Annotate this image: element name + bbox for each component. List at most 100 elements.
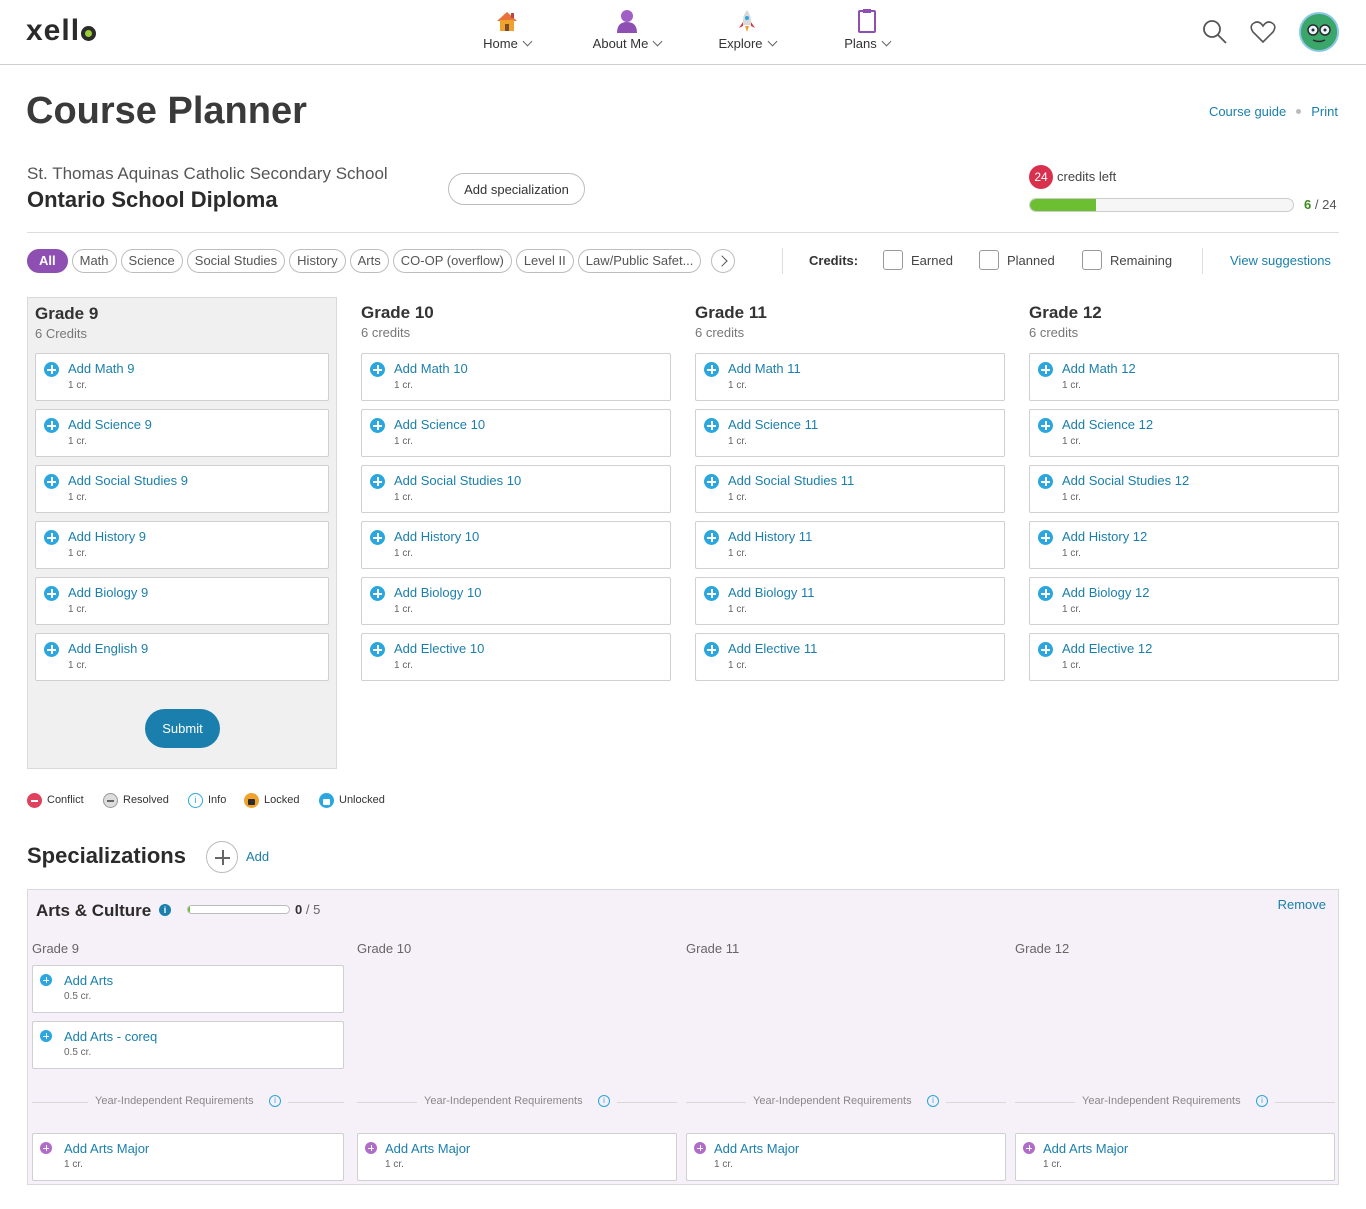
specialization-panel: Arts & Culture i 0 / 5 Remove Grade 9 Gr…	[27, 889, 1339, 1185]
avatar[interactable]	[1299, 12, 1339, 52]
course-card[interactable]: Add Elective 11 1 cr.	[695, 633, 1005, 681]
filter-chip-math[interactable]: Math	[71, 249, 117, 273]
nav-explore[interactable]: Explore	[692, 8, 802, 51]
remove-specialization-link[interactable]: Remove	[1278, 897, 1326, 912]
earned-checkbox[interactable]	[883, 250, 903, 270]
filter-chip-science[interactable]: Science	[120, 249, 183, 273]
course-card[interactable]: Add History 11 1 cr.	[695, 521, 1005, 569]
grade-12-column: Grade 12 6 credits	[1029, 303, 1339, 340]
filter-chip-arts[interactable]: Arts	[349, 249, 389, 273]
course-card[interactable]: Add Math 12 1 cr.	[1029, 353, 1339, 401]
nav-about-me[interactable]: About Me	[572, 8, 682, 51]
course-card[interactable]: Add Social Studies 91 cr.	[35, 465, 329, 513]
course-card[interactable]: Add Social Studies 10 1 cr.	[361, 465, 671, 513]
course-card[interactable]: Add Social Studies 11 1 cr.	[695, 465, 1005, 513]
filter-chip-history[interactable]: History	[289, 249, 346, 273]
course-card[interactable]: Add Social Studies 12 1 cr.	[1029, 465, 1339, 513]
print-link[interactable]: Print	[1311, 104, 1338, 119]
course-card[interactable]: Add Elective 12 1 cr.	[1029, 633, 1339, 681]
rocket-icon	[739, 10, 755, 32]
add-icon	[1038, 530, 1053, 545]
course-card[interactable]: Add Biology 10 1 cr.	[361, 577, 671, 625]
house-icon	[497, 12, 517, 31]
spec-major-card[interactable]: Add Arts Major 1 cr.	[1015, 1133, 1335, 1181]
header-links: Course guide Print	[1209, 104, 1338, 119]
spec-major-card[interactable]: Add Arts Major 1 cr.	[32, 1133, 344, 1181]
course-card[interactable]: Add Biology 12 1 cr.	[1029, 577, 1339, 625]
add-icon	[370, 586, 385, 601]
add-icon	[44, 474, 59, 489]
add-icon	[704, 474, 719, 489]
course-card[interactable]: Add Math 11 1 cr.	[695, 353, 1005, 401]
course-card[interactable]: Add Biology 11 1 cr.	[695, 577, 1005, 625]
spec-course-card[interactable]: Add Arts 0.5 cr.	[32, 965, 344, 1013]
year-independent-divider: Year-Independent Requirements i	[1015, 1094, 1335, 1110]
info-icon[interactable]: i	[598, 1095, 610, 1107]
search-icon[interactable]	[1201, 18, 1229, 46]
add-icon	[1023, 1142, 1035, 1154]
course-card[interactable]: Add Math 10 1 cr.	[361, 353, 671, 401]
planned-checkbox[interactable]	[979, 250, 999, 270]
chevron-down-icon	[881, 36, 892, 47]
avatar-face-icon	[1301, 14, 1337, 50]
add-icon	[365, 1142, 377, 1154]
separator-dot	[1296, 109, 1302, 114]
info-icon[interactable]: i	[1256, 1095, 1268, 1107]
add-icon	[704, 586, 719, 601]
school-name: St. Thomas Aquinas Catholic Secondary Sc…	[27, 164, 388, 183]
year-independent-divider: Year-Independent Requirements i	[357, 1094, 677, 1110]
nav-home[interactable]: Home	[452, 8, 562, 51]
add-specialization-button[interactable]: Add specialization	[448, 173, 585, 205]
add-icon	[40, 1142, 52, 1154]
course-card[interactable]: Add Elective 10 1 cr.	[361, 633, 671, 681]
xello-logo[interactable]: xell	[26, 14, 97, 48]
add-specialization-link[interactable]: Add	[246, 849, 269, 864]
conflict-icon	[27, 793, 42, 808]
filter-chip-level-ii[interactable]: Level II	[515, 249, 574, 273]
view-suggestions-link[interactable]: View suggestions	[1230, 253, 1331, 268]
course-card[interactable]: Add Science 12 1 cr.	[1029, 409, 1339, 457]
spec-course-card[interactable]: Add Arts - coreq 0.5 cr.	[32, 1021, 344, 1069]
course-card[interactable]: Add Science 91 cr.	[35, 409, 329, 457]
course-card[interactable]: Add Science 11 1 cr.	[695, 409, 1005, 457]
info-icon[interactable]: i	[159, 904, 171, 916]
add-icon	[44, 642, 59, 657]
add-icon	[370, 418, 385, 433]
chevron-right-icon[interactable]	[711, 249, 736, 273]
submit-button[interactable]: Submit	[145, 709, 220, 748]
info-icon[interactable]: i	[927, 1095, 939, 1107]
spec-major-card[interactable]: Add Arts Major 1 cr.	[686, 1133, 1006, 1181]
heart-icon[interactable]	[1249, 18, 1277, 46]
spec-major-card[interactable]: Add Arts Major 1 cr.	[357, 1133, 677, 1181]
chevron-down-icon	[522, 36, 533, 47]
course-card[interactable]: Add Biology 91 cr.	[35, 577, 329, 625]
course-card[interactable]: Add History 10 1 cr.	[361, 521, 671, 569]
course-card[interactable]: Add History 12 1 cr.	[1029, 521, 1339, 569]
add-icon	[370, 530, 385, 545]
info-icon[interactable]: i	[269, 1095, 281, 1107]
course-card[interactable]: Add English 91 cr.	[35, 633, 329, 681]
course-card[interactable]: Add Science 10 1 cr.	[361, 409, 671, 457]
filter-chip-law-public-safety[interactable]: Law/Public Safet...	[577, 249, 702, 273]
credits-left-label: credits left	[1057, 169, 1117, 184]
course-card[interactable]: Add Math 91 cr.	[35, 353, 329, 401]
add-icon	[704, 362, 719, 377]
add-icon	[1038, 586, 1053, 601]
add-icon	[704, 530, 719, 545]
filter-chip-all[interactable]: All	[27, 249, 68, 273]
course-card[interactable]: Add History 91 cr.	[35, 521, 329, 569]
add-icon	[44, 530, 59, 545]
grade-title: Grade 11	[695, 303, 767, 322]
legend-conflict: Conflict	[47, 794, 84, 806]
add-specialization-icon[interactable]	[206, 841, 238, 873]
remaining-checkbox[interactable]	[1082, 250, 1102, 270]
specialization-progress-fill	[188, 906, 191, 913]
filter-chip-coop[interactable]: CO-OP (overflow)	[392, 249, 512, 273]
filter-chip-social-studies[interactable]: Social Studies	[186, 249, 286, 273]
page-title: Course Planner	[26, 90, 307, 132]
add-icon	[370, 474, 385, 489]
earned-label: Earned	[911, 253, 953, 268]
nav-plans[interactable]: Plans	[812, 8, 922, 51]
course-guide-link[interactable]: Course guide	[1209, 104, 1286, 119]
credits-count: 6 / 24	[1304, 197, 1337, 212]
